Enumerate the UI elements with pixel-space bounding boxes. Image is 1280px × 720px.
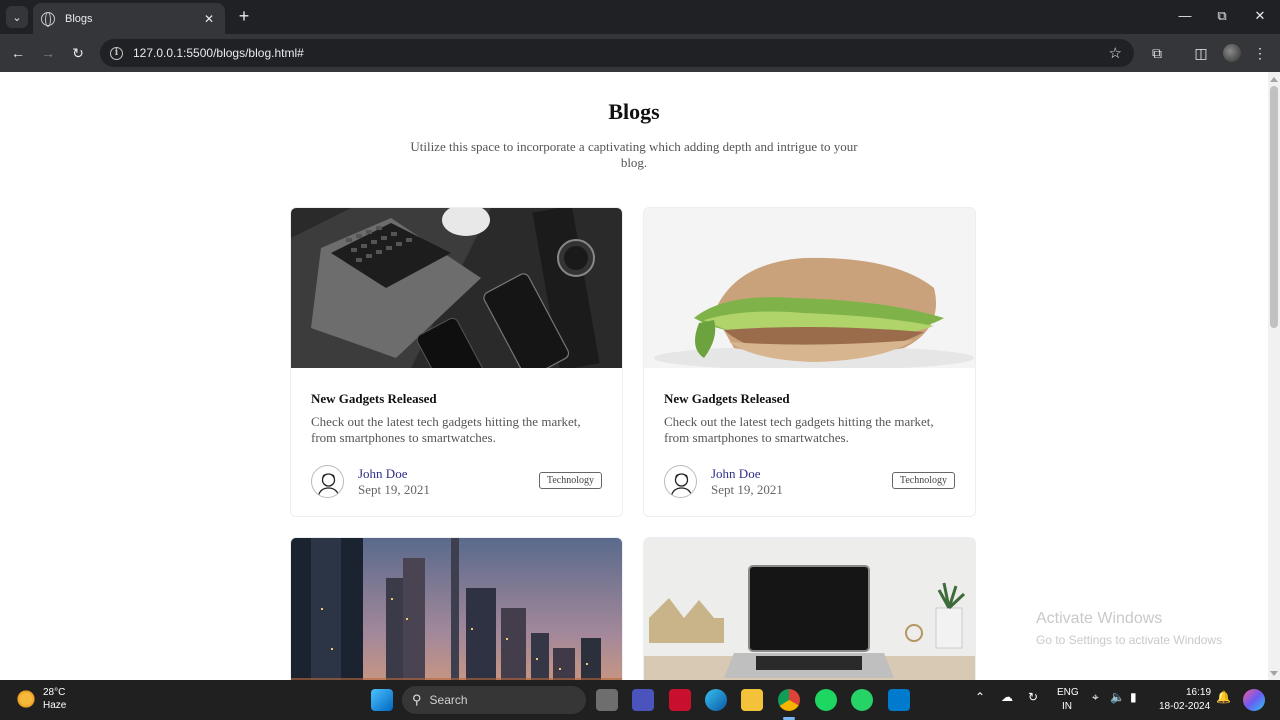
forward-arrow-icon[interactable]: → <box>38 43 58 63</box>
activate-windows-title: Activate Windows <box>1036 610 1163 627</box>
restore-icon[interactable]: ⧉ <box>1212 8 1232 24</box>
card-excerpt: Check out the latest tech gadgets hittin… <box>664 414 934 445</box>
blog-card[interactable]: New Gadgets Released Check out the lates… <box>290 207 623 517</box>
weather-temperature[interactable]: 28°C <box>43 687 65 698</box>
page-title: Blogs <box>608 99 660 124</box>
clock-time[interactable]: 16:19 <box>1186 687 1211 698</box>
taskbar-search[interactable]: ⚲ Search <box>402 686 586 714</box>
teams-icon[interactable] <box>632 689 654 711</box>
search-icon: ⚲ <box>412 692 422 707</box>
scroll-down-arrow-icon[interactable] <box>1270 671 1278 676</box>
menu-kebab-icon[interactable]: ⋮ <box>1250 43 1270 63</box>
card-image-laptop-desk <box>644 538 975 680</box>
card-excerpt: Check out the latest tech gadgets hittin… <box>311 414 581 445</box>
notification-bell-icon[interactable]: 🔔 <box>1216 690 1231 704</box>
minimize-icon[interactable]: — <box>1175 8 1195 23</box>
clock-date[interactable]: 18-02-2024 <box>1159 701 1210 712</box>
post-date: Sept 19, 2021 <box>711 482 783 497</box>
task-view-icon[interactable] <box>596 689 618 711</box>
onedrive-cloud-icon[interactable]: ☁ <box>1001 690 1013 704</box>
copilot-icon[interactable] <box>1243 689 1265 711</box>
chrome-icon[interactable] <box>778 689 800 711</box>
post-date: Sept 19, 2021 <box>358 482 430 497</box>
battery-icon[interactable]: ▮ <box>1130 690 1137 704</box>
spotify-icon[interactable] <box>815 689 837 711</box>
blog-card[interactable]: New Gadgets Released Check out the lates… <box>643 207 976 517</box>
page-subtitle: Utilize this space to incorporate a capt… <box>410 139 858 170</box>
card-image-city <box>291 538 622 680</box>
author-name[interactable]: John Doe <box>358 466 407 482</box>
language-region[interactable]: IN <box>1062 701 1072 712</box>
page-viewport: Blogs Utilize this space to incorporate … <box>0 72 1268 680</box>
tray-chevron-up-icon[interactable]: ⌃ <box>975 690 985 704</box>
site-info-icon[interactable]: i <box>110 46 123 60</box>
author-name[interactable]: John Doe <box>711 466 760 482</box>
browser-tab-bar: ⌄ Blogs ✕ + — ⧉ ✕ <box>0 0 1280 34</box>
card-title[interactable]: New Gadgets Released <box>311 391 602 407</box>
page-scrollbar[interactable] <box>1268 72 1280 680</box>
card-meta: John Doe Sept 19, 2021 Technology <box>311 465 602 505</box>
close-window-icon[interactable]: ✕ <box>1250 8 1270 24</box>
windows-start-icon[interactable] <box>371 689 393 711</box>
browser-toolbar: ← → ↻ i 127.0.0.1:5500/blogs/blog.html# … <box>0 34 1280 72</box>
new-tab-button[interactable]: + <box>234 6 254 26</box>
scroll-up-arrow-icon[interactable] <box>1270 77 1278 82</box>
language-indicator[interactable]: ENG <box>1057 687 1079 698</box>
wifi-icon[interactable]: ⌖ <box>1092 690 1099 705</box>
profile-avatar[interactable] <box>1223 44 1241 62</box>
weather-condition[interactable]: Haze <box>43 700 66 711</box>
activate-windows-subtitle: Go to Settings to activate Windows <box>1036 633 1223 647</box>
tab-close-icon[interactable]: ✕ <box>201 12 217 26</box>
windows-taskbar: 28°C Haze ⚲ Search ⌃ ☁ ↻ ENG IN ⌖ 🔈 ▮ 16… <box>0 680 1280 720</box>
weather-sun-icon[interactable] <box>16 689 36 709</box>
back-arrow-icon[interactable]: ← <box>8 43 28 63</box>
tab-blogs[interactable]: Blogs ✕ <box>33 3 225 34</box>
extensions-icon[interactable]: ⧉ <box>1147 43 1167 63</box>
category-tag[interactable]: Technology <box>891 472 955 489</box>
speaker-icon[interactable]: 🔈 <box>1110 690 1125 704</box>
url-text[interactable]: 127.0.0.1:5500/blogs/blog.html# <box>133 46 1109 60</box>
author-avatar <box>311 465 344 498</box>
globe-icon <box>41 11 55 27</box>
category-tag[interactable]: Technology <box>538 472 602 489</box>
card-title[interactable]: New Gadgets Released <box>664 391 955 407</box>
vscode-icon[interactable] <box>888 689 910 711</box>
blog-card[interactable] <box>643 537 976 680</box>
scroll-thumb[interactable] <box>1270 86 1278 328</box>
blog-card[interactable] <box>290 537 623 680</box>
mcafee-icon[interactable] <box>669 689 691 711</box>
tab-title: Blogs <box>65 12 93 25</box>
file-explorer-icon[interactable] <box>741 689 763 711</box>
address-bar[interactable]: i 127.0.0.1:5500/blogs/blog.html# ☆ <box>100 39 1134 67</box>
card-image-gadgets <box>291 208 622 368</box>
search-label: Search <box>429 693 468 707</box>
reload-icon[interactable]: ↻ <box>68 43 88 63</box>
whatsapp-icon[interactable] <box>851 689 873 711</box>
tab-search-chevron-icon[interactable]: ⌄ <box>6 6 28 28</box>
side-panel-icon[interactable]: ◫ <box>1191 43 1211 63</box>
sync-icon[interactable]: ↻ <box>1028 690 1038 704</box>
card-image-sandwich <box>644 208 975 368</box>
edge-icon[interactable] <box>705 689 727 711</box>
author-avatar <box>664 465 697 498</box>
bookmark-star-icon[interactable]: ☆ <box>1109 44 1122 62</box>
card-meta: John Doe Sept 19, 2021 Technology <box>664 465 955 505</box>
